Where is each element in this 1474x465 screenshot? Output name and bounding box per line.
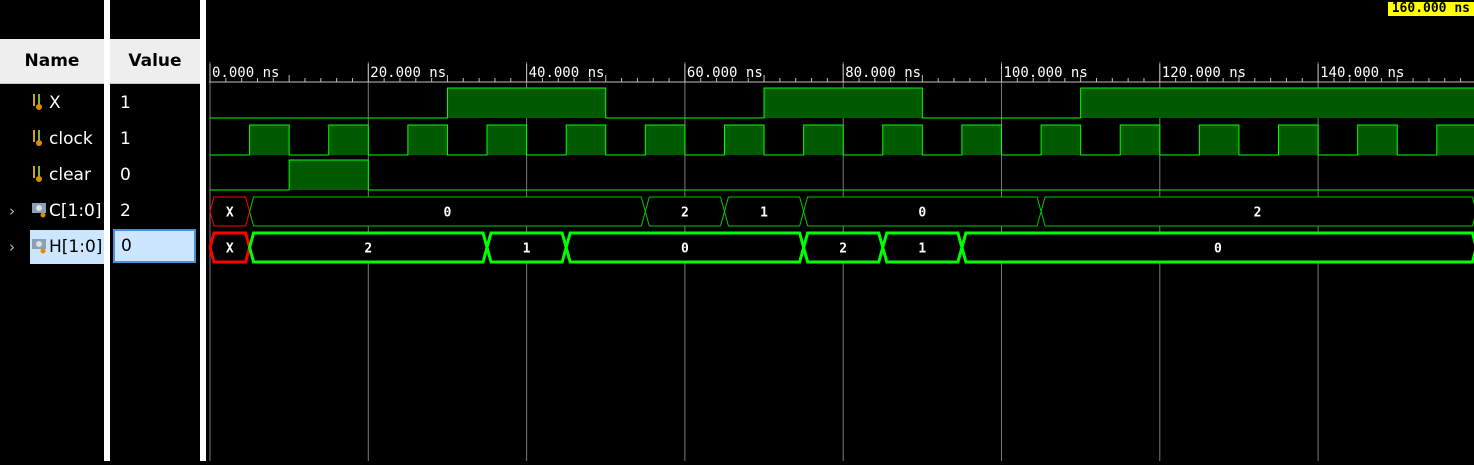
c-bus-segment-label: 0 <box>918 206 926 221</box>
clock-signal-high-fill <box>487 125 527 155</box>
signal-value: 1 <box>120 93 131 113</box>
bus-signal-icon <box>32 203 46 218</box>
time-tick-label: 140.000 ns <box>1320 65 1404 81</box>
waveform-panel[interactable]: 160.000 ns 0.000 ns 20.000 ns 40.000 ns 60.… <box>208 0 1474 461</box>
signal-value-selected[interactable]: 0 <box>113 229 196 263</box>
time-tick-label: 20.000 ns <box>370 65 446 81</box>
clock-signal-high-fill <box>566 125 606 155</box>
h-bus-segment-label: X <box>226 242 234 257</box>
h-bus-segment-label: 2 <box>839 242 847 257</box>
c-bus-segment-label: 2 <box>1254 206 1262 221</box>
chevron-right-icon[interactable]: › <box>9 202 15 220</box>
h-bus-segment-label: 0 <box>681 242 689 257</box>
signal-value: 2 <box>120 201 131 221</box>
clear-signal-wave-line <box>210 159 1474 191</box>
clock-signal-high-fill <box>1357 125 1398 155</box>
time-tick-label: 0.000 ns <box>212 65 279 81</box>
x-signal-high-fill <box>447 88 606 118</box>
c-bus-segment-label: 1 <box>760 206 768 221</box>
clock-signal-high-fill <box>328 125 369 155</box>
h-bus-segment-label: 0 <box>1214 242 1222 257</box>
clock-signal-high-fill <box>1199 125 1239 155</box>
signal-row-clock[interactable]: clock <box>0 122 104 156</box>
signal-name: X <box>49 93 61 113</box>
time-tick-label: 60.000 ns <box>687 65 763 81</box>
clock-signal-high-fill <box>1120 125 1160 155</box>
panel-divider[interactable] <box>200 0 206 461</box>
bit-signal-icon <box>33 166 42 182</box>
clock-signal-high-fill <box>882 125 923 155</box>
bus-signal-icon <box>32 239 46 254</box>
c-bus-segment-label: X <box>226 206 234 221</box>
clock-signal-high-fill <box>1436 125 1474 155</box>
x-signal-high-fill <box>764 88 923 118</box>
bit-signal-icon <box>33 94 42 110</box>
clock-signal-high-fill <box>1278 125 1319 155</box>
bit-signal-icon <box>33 130 42 146</box>
time-tick-label: 80.000 ns <box>845 65 921 81</box>
name-panel: Name X clock clear › C[1:0] › H[1:0] <box>0 0 104 461</box>
time-tick-label: 100.000 ns <box>1004 65 1088 81</box>
signal-row-h[interactable]: › H[1:0] <box>9 230 104 264</box>
time-tick-label: 120.000 ns <box>1162 65 1246 81</box>
value-column-header[interactable]: Value <box>110 39 200 84</box>
signal-row-clear[interactable]: clear <box>0 158 104 192</box>
signal-name: C[1:0] <box>49 201 102 221</box>
signal-name: clear <box>49 165 91 185</box>
waveform-canvas[interactable]: 0.000 ns 20.000 ns 40.000 ns 60.000 ns 80.00… <box>208 0 1474 461</box>
clock-signal-high-fill <box>724 125 765 155</box>
h-bus-segment-label: 1 <box>918 242 926 257</box>
clock-signal-high-fill <box>803 125 844 155</box>
clock-signal-high-fill <box>249 125 290 155</box>
c-bus-segment-label: 2 <box>681 206 689 221</box>
signal-value: 1 <box>120 129 131 149</box>
clock-signal-high-fill <box>407 125 448 155</box>
h-bus-segment-label: 1 <box>523 242 531 257</box>
signal-name: H[1:0] <box>49 237 103 257</box>
signal-row-x[interactable]: X <box>0 86 104 120</box>
c-bus-segment-label: 0 <box>444 206 452 221</box>
signal-name: clock <box>49 129 93 149</box>
time-tick-label: 40.000 ns <box>529 65 605 81</box>
value-panel: Value 1 1 0 2 0 <box>110 0 200 461</box>
chevron-right-icon[interactable]: › <box>9 238 15 256</box>
h-bus-segment-label: 2 <box>364 242 372 257</box>
clock-signal-high-fill <box>1041 125 1081 155</box>
cursor-time-label: 160.000 ns <box>1387 2 1474 16</box>
clock-signal-high-fill <box>961 125 1002 155</box>
signal-value: 0 <box>120 165 131 185</box>
signal-row-c[interactable]: › C[1:0] <box>0 194 104 228</box>
x-signal-high-fill <box>1080 88 1474 118</box>
clear-signal-high-fill <box>289 160 369 190</box>
name-column-header[interactable]: Name <box>0 39 104 84</box>
clock-signal-high-fill <box>645 125 685 155</box>
